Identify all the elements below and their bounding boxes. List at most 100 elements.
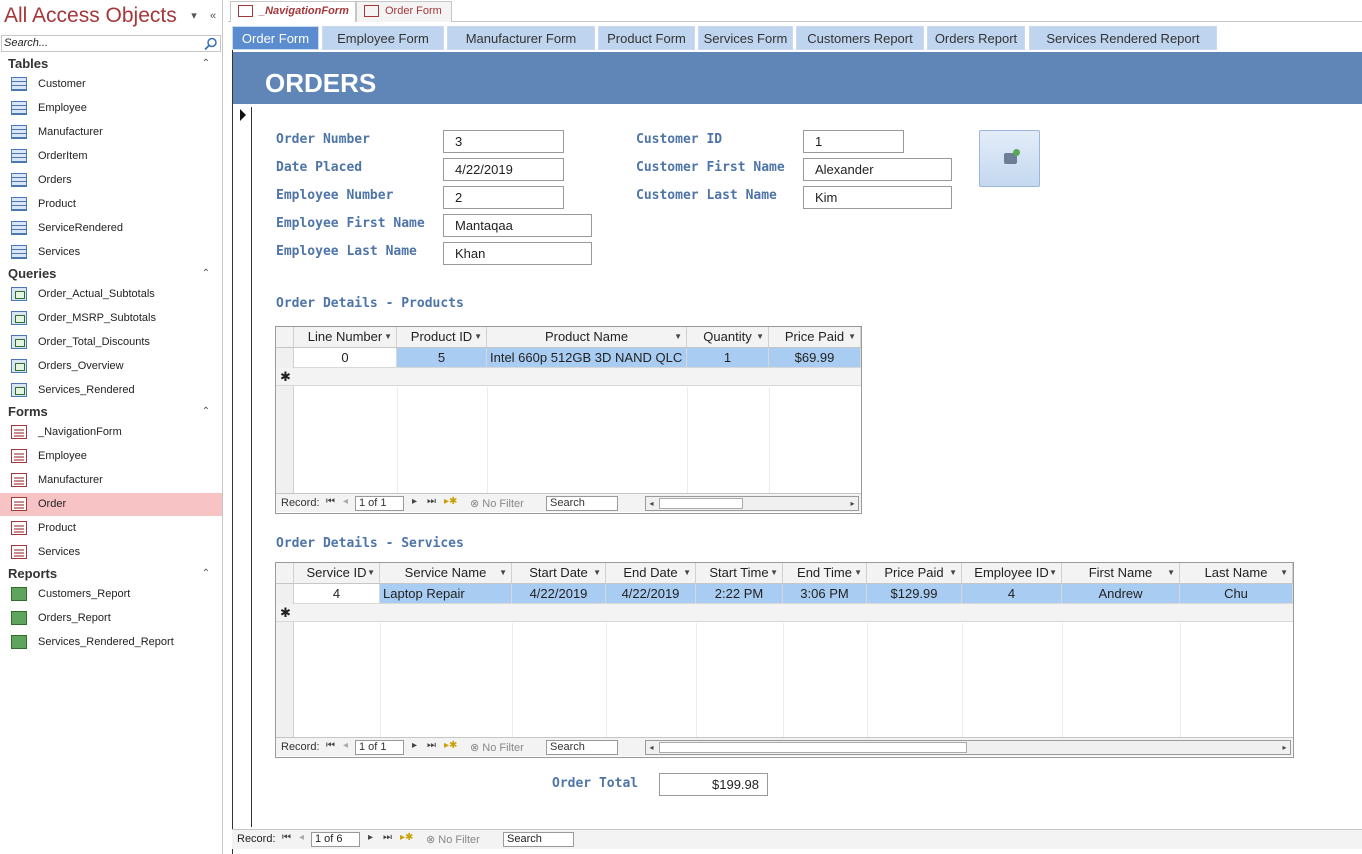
previous-record-icon[interactable]: ◂ [343, 740, 348, 751]
employee-number-field[interactable]: 2 [443, 186, 564, 209]
next-record-icon[interactable]: ▸ [412, 496, 417, 507]
last-record-icon[interactable]: ⏭ [427, 496, 436, 507]
col-first-name[interactable]: First Name ▼ [1062, 563, 1180, 583]
first-record-icon[interactable]: ⏮ [326, 740, 335, 751]
col-end-time[interactable]: End Time ▼ [783, 563, 867, 583]
new-record-nav-icon[interactable]: ▸✱ [444, 740, 457, 751]
record-position-input[interactable]: 1 of 1 [355, 740, 404, 755]
collapse-group-icon[interactable]: ⌃ [199, 58, 213, 72]
scroll-right-icon[interactable]: ▸ [1279, 741, 1290, 754]
nav-item-table-customer[interactable]: Customer [0, 73, 222, 96]
dropdown-arrow-icon[interactable]: ▼ [367, 563, 375, 583]
horizontal-scrollbar[interactable]: ◂ ▸ [645, 740, 1291, 755]
first-name-cell[interactable]: Andrew [1062, 584, 1180, 604]
nav-group-queries[interactable]: Queries [8, 266, 56, 281]
no-filter-button[interactable]: ⊗ No Filter [426, 833, 480, 846]
nav-item-query[interactable]: Order_Total_Discounts [0, 331, 222, 354]
col-start-time[interactable]: Start Time ▼ [696, 563, 783, 583]
nav-item-query[interactable]: Order_Actual_Subtotals [0, 283, 222, 306]
tab-order-form[interactable]: Order Form [232, 26, 319, 50]
nav-item-table-product[interactable]: Product [0, 193, 222, 216]
doc-tab-navigationform[interactable]: _NavigationForm [230, 1, 356, 22]
dropdown-arrow-icon[interactable]: ▼ [1167, 563, 1175, 583]
nav-item-table-employee[interactable]: Employee [0, 97, 222, 120]
service-name-cell[interactable]: Laptop Repair [380, 584, 512, 604]
horizontal-scrollbar[interactable]: ◂ ▸ [645, 496, 859, 511]
new-record-nav-icon[interactable]: ▸✱ [400, 832, 413, 843]
col-quantity[interactable]: Quantity ▼ [687, 327, 769, 347]
nav-item-query[interactable]: Orders_Overview [0, 355, 222, 378]
nav-item-table-servicerendered[interactable]: ServiceRendered [0, 217, 222, 240]
select-all-corner[interactable] [276, 563, 294, 583]
nav-item-table-orders[interactable]: Orders [0, 169, 222, 192]
no-filter-button[interactable]: ⊗ No Filter [470, 741, 524, 754]
first-record-icon[interactable]: ⏮ [282, 832, 291, 843]
customer-id-field[interactable]: 1 [803, 130, 904, 153]
nav-item-table-services[interactable]: Services [0, 241, 222, 264]
nav-item-query[interactable]: Services_Rendered [0, 379, 222, 402]
tab-customers-report[interactable]: Customers Report [796, 26, 924, 50]
nav-search-input[interactable]: Search... [1, 35, 221, 52]
no-filter-button[interactable]: ⊗ No Filter [470, 497, 524, 510]
nav-group-reports[interactable]: Reports [8, 566, 57, 581]
nav-item-table-orderitem[interactable]: OrderItem [0, 145, 222, 168]
service-id-cell[interactable]: 4 [294, 584, 380, 604]
customer-last-name-field[interactable]: Kim [803, 186, 952, 209]
end-date-cell[interactable]: 4/22/2019 [606, 584, 696, 604]
print-button[interactable] [979, 130, 1040, 187]
dropdown-arrow-icon[interactable]: ▼ [384, 327, 392, 347]
nav-pane-title[interactable]: All Access Objects [4, 4, 177, 28]
nav-item-form-selected[interactable]: Order [0, 493, 222, 516]
nav-item-form[interactable]: Services [0, 541, 222, 564]
nav-item-query[interactable]: Order_MSRP_Subtotals [0, 307, 222, 330]
nav-group-tables[interactable]: Tables [8, 56, 48, 71]
col-product-name[interactable]: Product Name ▼ [487, 327, 687, 347]
scrollbar-thumb[interactable] [659, 498, 743, 509]
nav-item-form[interactable]: Product [0, 517, 222, 540]
new-record-nav-icon[interactable]: ▸✱ [444, 496, 457, 507]
nav-group-forms[interactable]: Forms [8, 404, 48, 419]
tab-services-form[interactable]: Services Form [698, 26, 793, 50]
dropdown-arrow-icon[interactable]: ▼ [770, 563, 778, 583]
customer-first-name-field[interactable]: Alexander [803, 158, 952, 181]
order-total-field[interactable]: $199.98 [659, 773, 768, 796]
date-placed-field[interactable]: 4/22/2019 [443, 158, 564, 181]
col-start-date[interactable]: Start Date ▼ [512, 563, 606, 583]
datasheet-search-input[interactable]: Search [546, 496, 618, 511]
dropdown-arrow-icon[interactable]: ▼ [593, 563, 601, 583]
nav-item-report[interactable]: Orders_Report [0, 607, 222, 630]
tab-services-rendered-report[interactable]: Services Rendered Report [1029, 26, 1217, 50]
record-selector[interactable] [234, 107, 252, 827]
record-position-input[interactable]: 1 of 6 [311, 832, 360, 847]
scroll-right-icon[interactable]: ▸ [847, 497, 858, 510]
table-row[interactable]: 0 5 Intel 660p 512GB 3D NAND QLC I 1 $69… [294, 348, 861, 368]
employee-last-name-field[interactable]: Khan [443, 242, 592, 265]
scroll-left-icon[interactable]: ◂ [646, 497, 657, 510]
dropdown-arrow-icon[interactable]: ▼ [756, 327, 764, 347]
collapse-group-icon[interactable]: ⌃ [199, 406, 213, 420]
price-paid-cell[interactable]: $129.99 [867, 584, 962, 604]
quantity-cell[interactable]: 1 [687, 348, 769, 368]
scroll-left-icon[interactable]: ◂ [646, 741, 657, 754]
col-last-name[interactable]: Last Name ▼ [1180, 563, 1293, 583]
new-record-row[interactable]: ✱ [276, 368, 861, 386]
col-line-number[interactable]: Line Number ▼ [294, 327, 397, 347]
dropdown-arrow-icon[interactable]: ▼ [683, 563, 691, 583]
tab-product-form[interactable]: Product Form [598, 26, 695, 50]
datasheet-search-input[interactable]: Search [546, 740, 618, 755]
employee-id-cell[interactable]: 4 [962, 584, 1062, 604]
product-name-cell[interactable]: Intel 660p 512GB 3D NAND QLC I [487, 348, 687, 368]
next-record-icon[interactable]: ▸ [368, 832, 373, 843]
col-price-paid[interactable]: Price Paid ▼ [867, 563, 962, 583]
previous-record-icon[interactable]: ◂ [343, 496, 348, 507]
collapse-group-icon[interactable]: ⌃ [199, 568, 213, 582]
last-record-icon[interactable]: ⏭ [427, 740, 436, 751]
line-number-cell[interactable]: 0 [294, 348, 397, 368]
col-price-paid[interactable]: Price Paid ▼ [769, 327, 861, 347]
nav-item-report[interactable]: Customers_Report [0, 583, 222, 606]
previous-record-icon[interactable]: ◂ [299, 832, 304, 843]
first-record-icon[interactable]: ⏮ [326, 496, 335, 507]
doc-tab-order-form[interactable]: Order Form [356, 1, 452, 22]
price-paid-cell[interactable]: $69.99 [769, 348, 861, 368]
order-number-field[interactable]: 3 [443, 130, 564, 153]
